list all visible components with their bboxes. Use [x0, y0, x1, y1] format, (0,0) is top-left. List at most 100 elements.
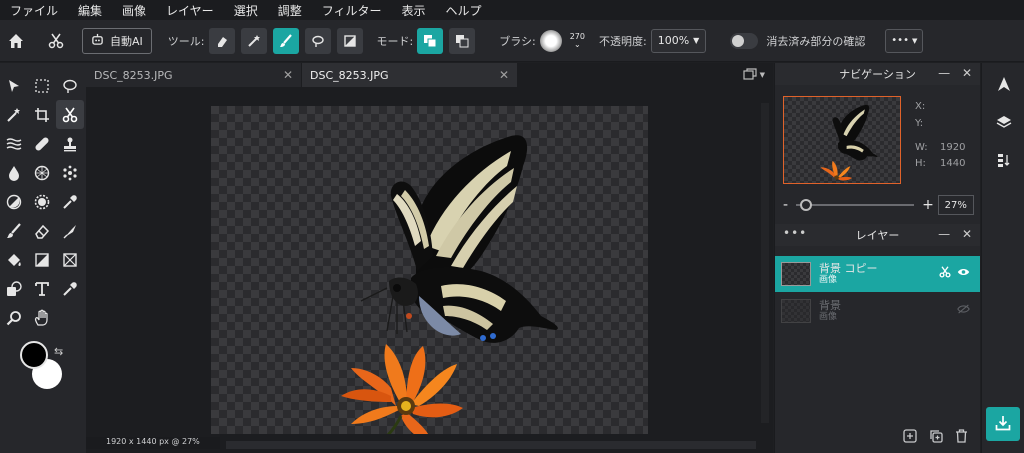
- eraser-tool-option[interactable]: [208, 27, 235, 54]
- scissors-icon[interactable]: [42, 27, 70, 55]
- history-arrow-icon[interactable]: [982, 65, 1024, 103]
- check-erased-label: 消去済み部分の確認: [766, 34, 866, 48]
- close-icon[interactable]: ✕: [283, 68, 293, 82]
- document-tab[interactable]: DSC_8253.JPG ✕: [86, 63, 301, 87]
- window-arrange-icon: [743, 67, 757, 83]
- foreground-color-swatch[interactable]: [20, 341, 48, 369]
- menu-image[interactable]: 画像: [122, 2, 146, 19]
- layers-title: レイヤー: [855, 229, 900, 242]
- mode-normal-option[interactable]: [417, 27, 444, 54]
- chevron-down-icon: ⌄: [574, 40, 581, 49]
- move-tool-icon[interactable]: [0, 71, 28, 100]
- vertical-scrollbar[interactable]: [761, 103, 769, 423]
- window-arrange-button[interactable]: ▼: [743, 63, 773, 87]
- color-picker-icon[interactable]: [56, 274, 84, 303]
- cutout-scissors-icon[interactable]: [56, 100, 84, 129]
- delete-layer-icon[interactable]: [955, 429, 968, 447]
- auto-ai-button[interactable]: 自動AI: [82, 27, 152, 54]
- brush-size-dropdown[interactable]: 270 ⌄: [570, 32, 585, 49]
- tab-filename: DSC_8253.JPG: [310, 68, 389, 82]
- gradient-icon[interactable]: [28, 245, 56, 274]
- eraser-icon[interactable]: [28, 216, 56, 245]
- crop-icon[interactable]: [28, 100, 56, 129]
- right-panel: ナビゲーション — ✕ X: Y: W: 1920 H: 1440 - + 27…: [774, 63, 980, 453]
- smudge-icon[interactable]: [56, 216, 84, 245]
- close-icon[interactable]: ✕: [499, 68, 509, 82]
- zoom-out-icon[interactable]: -: [783, 197, 788, 213]
- heal-bandage-icon[interactable]: [28, 129, 56, 158]
- magic-wand-icon[interactable]: [0, 100, 28, 129]
- layers-menu-icon[interactable]: •••: [783, 226, 807, 240]
- auto-ai-label: 自動AI: [110, 34, 143, 48]
- swap-colors-icon[interactable]: ⇆: [54, 345, 63, 358]
- clone-stamp-icon[interactable]: [56, 129, 84, 158]
- hand-icon[interactable]: [28, 303, 56, 332]
- paint-bucket-icon[interactable]: [0, 245, 28, 274]
- menu-edit[interactable]: 編集: [78, 2, 102, 19]
- visibility-hidden-icon[interactable]: [957, 303, 970, 319]
- zoom-icon[interactable]: [0, 303, 28, 332]
- brush-preview[interactable]: [539, 29, 562, 52]
- menu-layer[interactable]: レイヤー: [166, 2, 214, 19]
- scissors-icon[interactable]: [939, 266, 951, 282]
- menu-view[interactable]: 表示: [401, 2, 425, 19]
- zoom-in-icon[interactable]: +: [922, 197, 934, 213]
- caret-down-icon: ▼: [759, 71, 765, 79]
- marquee-tool-icon[interactable]: [28, 71, 56, 100]
- adjust-layers-icon[interactable]: [982, 141, 1024, 179]
- add-layer-icon[interactable]: [903, 429, 917, 447]
- text-icon[interactable]: [28, 274, 56, 303]
- dots-pattern-icon[interactable]: [56, 158, 84, 187]
- liquify-icon[interactable]: [0, 129, 28, 158]
- zoom-control: - + 27%: [783, 194, 975, 216]
- panel-controls: — ✕: [938, 227, 972, 241]
- menu-filter[interactable]: フィルター: [322, 2, 382, 19]
- lasso-eraser-option[interactable]: [304, 27, 331, 54]
- home-icon[interactable]: [2, 27, 30, 55]
- image-canvas[interactable]: [211, 106, 648, 434]
- zoom-slider-knob[interactable]: [799, 199, 812, 211]
- navigation-preview-image: [820, 104, 878, 181]
- layer-row[interactable]: 背景 画像: [775, 293, 980, 329]
- mode-subtract-option[interactable]: [449, 27, 476, 54]
- caret-down-icon: ▼: [911, 36, 918, 45]
- minimize-icon[interactable]: —: [938, 66, 950, 80]
- menu-help[interactable]: ヘルプ: [446, 2, 482, 19]
- layers-stack-icon[interactable]: [982, 103, 1024, 141]
- download-icon: [995, 415, 1011, 434]
- more-options-button[interactable]: ••• ▼: [885, 28, 924, 53]
- eyedropper-icon[interactable]: [56, 187, 84, 216]
- close-icon[interactable]: ✕: [962, 227, 972, 241]
- minimize-icon[interactable]: —: [938, 227, 950, 241]
- blur-drop-icon[interactable]: [0, 158, 28, 187]
- nav-x-label: X:: [915, 101, 926, 112]
- magic-eraser-option[interactable]: [240, 27, 267, 54]
- opacity-select[interactable]: 100% ▼: [650, 28, 707, 53]
- check-erased-toggle[interactable]: [730, 32, 759, 49]
- brush-icon[interactable]: [0, 216, 28, 245]
- horizontal-scrollbar[interactable]: [226, 441, 756, 449]
- document-tab-active[interactable]: DSC_8253.JPG ✕: [302, 63, 517, 87]
- zoom-slider[interactable]: [796, 199, 915, 211]
- menu-file[interactable]: ファイル: [10, 2, 58, 19]
- brush-eraser-option[interactable]: [272, 27, 299, 54]
- shape-icon[interactable]: [0, 274, 28, 303]
- menu-bar: ファイル 編集 画像 レイヤー 選択 調整 フィルター 表示 ヘルプ: [0, 0, 1024, 20]
- robot-icon: [91, 33, 104, 49]
- frame-icon[interactable]: [56, 245, 84, 274]
- zoom-value-field[interactable]: 27%: [937, 195, 974, 215]
- sharpen-gear-icon[interactable]: [28, 187, 56, 216]
- duplicate-layer-icon[interactable]: [929, 429, 943, 447]
- menu-adjust[interactable]: 調整: [278, 2, 302, 19]
- menu-select[interactable]: 選択: [234, 2, 258, 19]
- layer-row[interactable]: 背景 コピー 画像: [775, 256, 980, 292]
- sponge-icon[interactable]: [28, 158, 56, 187]
- dodge-burn-icon[interactable]: [0, 187, 28, 216]
- visibility-eye-icon[interactable]: [957, 266, 970, 282]
- gradient-eraser-option[interactable]: [336, 27, 363, 54]
- export-button[interactable]: [986, 407, 1020, 441]
- layers-panel-header: ••• レイヤー — ✕: [775, 224, 980, 246]
- navigation-thumbnail[interactable]: [783, 96, 901, 184]
- lasso-tool-icon[interactable]: [56, 71, 84, 100]
- close-icon[interactable]: ✕: [962, 66, 972, 80]
